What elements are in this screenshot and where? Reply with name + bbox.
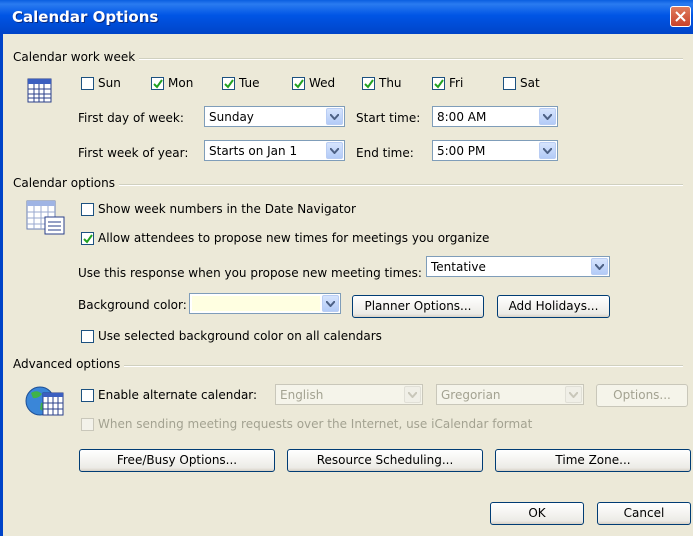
checkbox-sun[interactable] <box>81 77 94 90</box>
alt-options-button[interactable]: Options... <box>596 384 688 407</box>
start-time-select[interactable]: 8:00 AM <box>432 106 558 127</box>
response-label: Use this response when you propose new m… <box>78 266 422 280</box>
use-bg-all-label: Use selected background color on all cal… <box>98 329 382 343</box>
day-label-fri: Fri <box>449 76 464 90</box>
enable-alt-calendar-label: Enable alternate calendar: <box>98 388 258 402</box>
dropdown-arrow[interactable] <box>539 142 556 159</box>
checkbox-tue[interactable] <box>222 77 235 90</box>
chevron-down-icon <box>330 114 339 120</box>
first-day-label: First day of week: <box>78 111 184 125</box>
chevron-down-icon <box>330 148 339 154</box>
calendar-options-heading: Calendar options <box>13 176 119 190</box>
first-week-label: First week of year: <box>78 146 189 160</box>
checkbox-wed[interactable] <box>292 77 305 90</box>
dropdown-arrow[interactable] <box>322 295 339 312</box>
use-bg-all-checkbox[interactable] <box>81 330 94 343</box>
close-icon <box>675 11 686 22</box>
response-value: Tentative <box>431 260 486 274</box>
alt-calendar-type-value: Gregorian <box>441 388 501 402</box>
work-week-heading: Calendar work week <box>13 50 140 64</box>
calendar-grid-icon <box>27 78 52 103</box>
section-work-week: Calendar work week <box>13 50 683 66</box>
dropdown-arrow[interactable] <box>326 142 343 159</box>
color-swatch <box>192 296 320 311</box>
end-time-select[interactable]: 5:00 PM <box>432 140 558 161</box>
checkbox-mon[interactable] <box>151 77 164 90</box>
planner-options-button[interactable]: Planner Options... <box>352 295 484 318</box>
checkmark-icon <box>364 79 374 89</box>
background-color-select[interactable] <box>189 293 341 314</box>
dropdown-arrow[interactable] <box>404 386 421 403</box>
calendar-options-icon <box>26 200 65 235</box>
window-frame-left <box>0 34 3 536</box>
close-button[interactable] <box>670 6 691 27</box>
chevron-down-icon <box>543 148 552 154</box>
alt-language-select[interactable]: English <box>275 384 423 405</box>
alt-language-value: English <box>280 388 324 402</box>
checkbox-thu[interactable] <box>362 77 375 90</box>
checkmark-icon <box>294 79 304 89</box>
section-calendar-options: Calendar options <box>13 176 683 192</box>
day-label-tue: Tue <box>239 76 260 90</box>
chevron-down-icon <box>408 392 417 398</box>
day-label-thu: Thu <box>379 76 402 90</box>
end-time-value: 5:00 PM <box>437 144 486 158</box>
checkmark-icon <box>153 79 163 89</box>
show-week-numbers-checkbox[interactable] <box>81 203 94 216</box>
start-time-label: Start time: <box>356 111 421 125</box>
add-holidays-button[interactable]: Add Holidays... <box>497 295 610 318</box>
enable-alt-calendar-checkbox[interactable] <box>81 389 94 402</box>
response-select[interactable]: Tentative <box>426 256 610 277</box>
globe-calendar-icon <box>25 386 64 416</box>
show-week-numbers-label: Show week numbers in the Date Navigator <box>98 202 356 216</box>
alt-calendar-type-select[interactable]: Gregorian <box>436 384 584 405</box>
free-busy-options-button[interactable]: Free/Busy Options... <box>79 449 275 472</box>
ok-button[interactable]: OK <box>490 502 584 525</box>
cancel-button[interactable]: Cancel <box>597 502 691 525</box>
chevron-down-icon <box>569 392 578 398</box>
allow-propose-label: Allow attendees to propose new times for… <box>98 231 490 245</box>
section-advanced-options: Advanced options <box>13 357 683 373</box>
day-label-sat: Sat <box>520 76 540 90</box>
first-week-value: Starts on Jan 1 <box>209 144 298 158</box>
day-label-sun: Sun <box>98 76 121 90</box>
dialog-title: Calendar Options <box>12 8 159 26</box>
calendar-options-dialog: Calendar Options Calendar work week Sun … <box>0 0 693 536</box>
time-zone-button[interactable]: Time Zone... <box>495 449 691 472</box>
dropdown-arrow[interactable] <box>539 108 556 125</box>
checkbox-fri[interactable] <box>432 77 445 90</box>
day-label-mon: Mon <box>168 76 194 90</box>
first-day-value: Sunday <box>209 110 254 124</box>
checkmark-icon <box>224 79 234 89</box>
dropdown-arrow[interactable] <box>591 258 608 275</box>
allow-propose-checkbox[interactable] <box>81 232 94 245</box>
dropdown-arrow[interactable] <box>565 386 582 403</box>
dropdown-arrow[interactable] <box>326 108 343 125</box>
day-label-wed: Wed <box>309 76 336 90</box>
first-day-select[interactable]: Sunday <box>204 106 345 127</box>
checkbox-sat[interactable] <box>503 77 516 90</box>
checkmark-icon <box>434 79 444 89</box>
chevron-down-icon <box>326 301 335 307</box>
end-time-label: End time: <box>356 146 414 160</box>
chevron-down-icon <box>543 114 552 120</box>
icalendar-label: When sending meeting requests over the I… <box>98 417 533 431</box>
icalendar-checkbox[interactable] <box>81 418 94 431</box>
start-time-value: 8:00 AM <box>437 110 487 124</box>
title-bar[interactable]: Calendar Options <box>0 0 693 34</box>
advanced-options-heading: Advanced options <box>13 357 125 371</box>
checkmark-icon <box>83 234 93 244</box>
resource-scheduling-button[interactable]: Resource Scheduling... <box>287 449 483 472</box>
chevron-down-icon <box>595 264 604 270</box>
first-week-select[interactable]: Starts on Jan 1 <box>204 140 345 161</box>
background-color-label: Background color: <box>78 298 187 312</box>
